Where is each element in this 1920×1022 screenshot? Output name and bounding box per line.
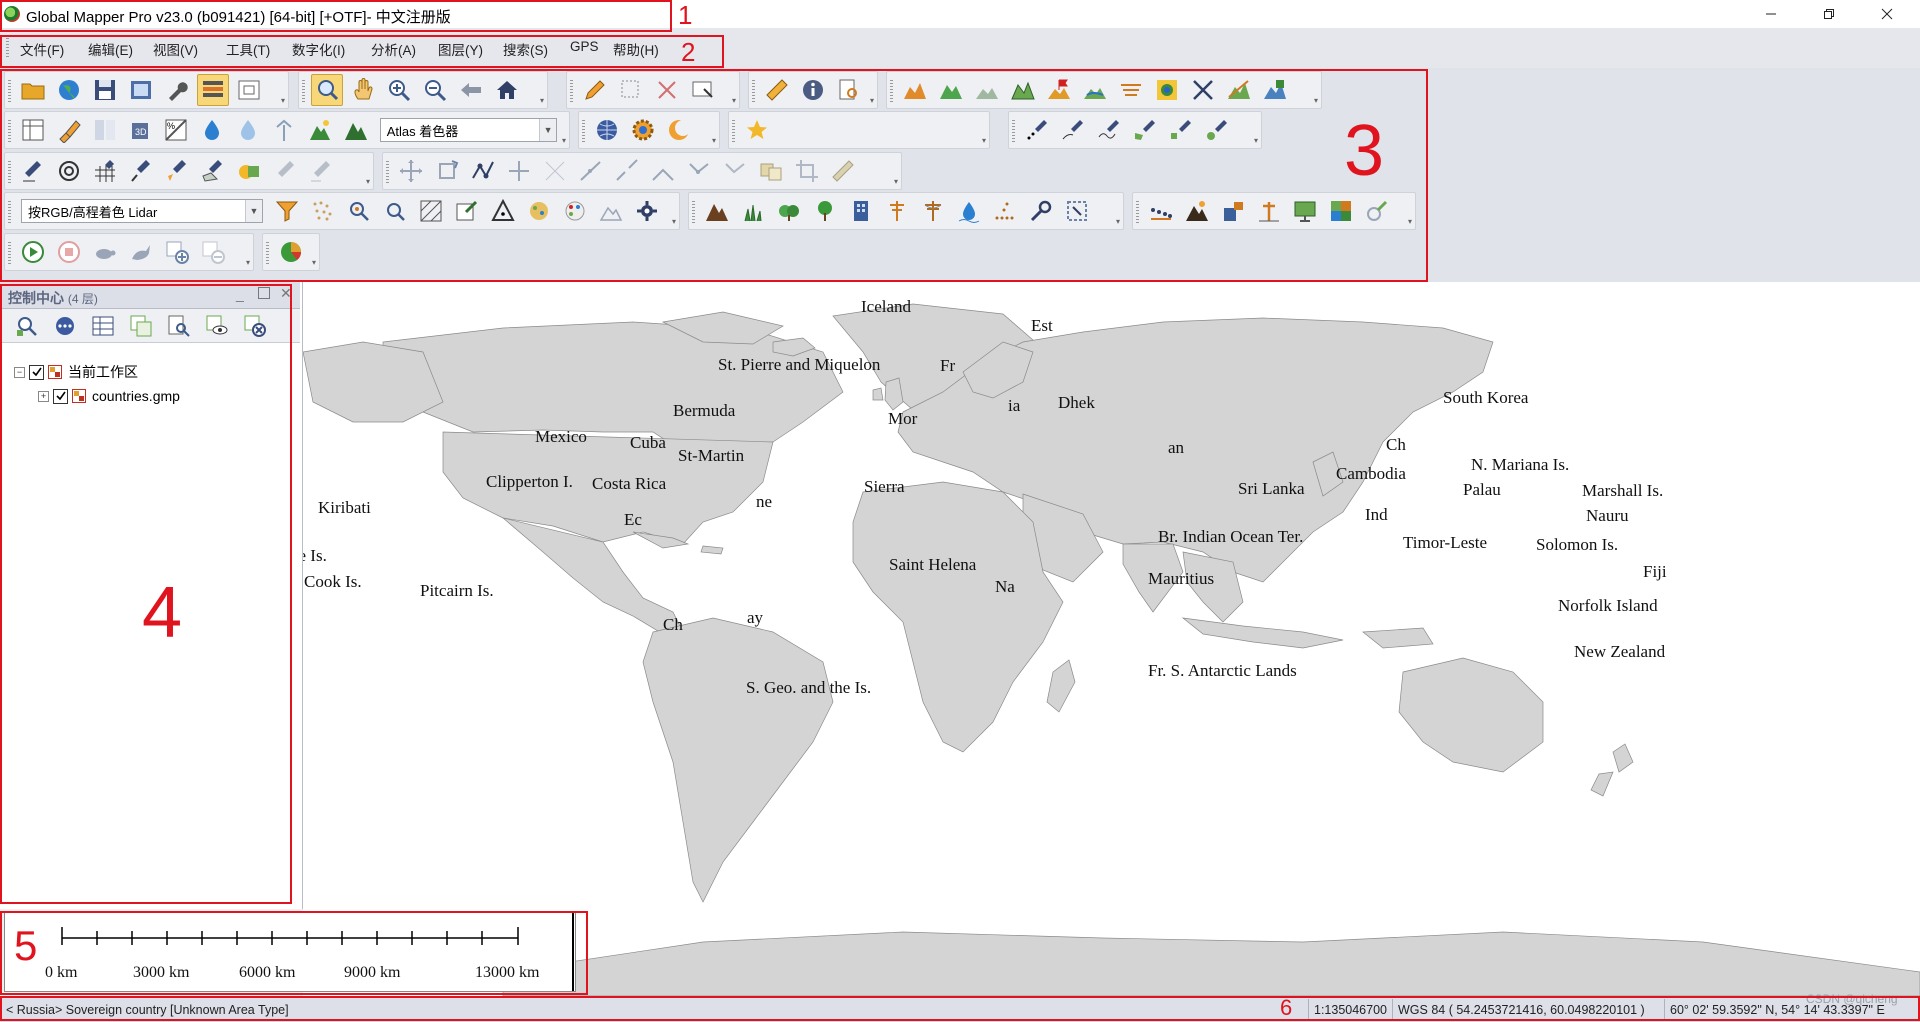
annotation-number-1: 1	[678, 0, 693, 30]
annotation-number-5: 5	[14, 922, 38, 969]
restore-button[interactable]	[1806, 0, 1852, 28]
map-label: Cuba	[630, 433, 666, 452]
map-label: Marshall Is.	[1582, 481, 1664, 500]
annotation-box-3	[0, 69, 1428, 282]
map-label: St. Pierre and Miquelon	[718, 355, 881, 374]
annotation-number-4: 4	[142, 573, 183, 653]
map-label: Mor	[888, 409, 918, 428]
map-label: Costa Rica	[592, 474, 667, 493]
map-label: Norfolk Island	[1558, 596, 1658, 615]
map-label: ia	[1008, 396, 1021, 415]
map-label: Br. Indian Ocean Ter.	[1158, 527, 1304, 546]
map-label: Ind	[1365, 505, 1388, 524]
map-label: Timor-Leste	[1403, 533, 1488, 552]
map-label: N. Mariana Is.	[1471, 455, 1570, 474]
map-label: Saint Helena	[889, 555, 977, 574]
map-label: Palau	[1463, 480, 1501, 499]
map-label: Est	[1031, 316, 1053, 335]
map-label: Mauritius	[1148, 569, 1215, 588]
map-label: Ch	[1386, 435, 1406, 454]
map-label: Clipperton I.	[486, 472, 573, 491]
annotation-number-2: 2	[681, 37, 696, 67]
annotation-box-6	[0, 996, 1920, 1021]
countries-polygons	[303, 303, 1920, 996]
map-label: Iceland	[861, 297, 912, 316]
annotation-box-5	[0, 911, 588, 995]
map-label: ne	[756, 492, 773, 511]
map-label: Dhek	[1058, 393, 1095, 412]
world-map	[303, 303, 1920, 996]
map-label: an	[1168, 438, 1185, 457]
map-label: Ch	[663, 615, 683, 634]
map-label: Kiribati	[318, 498, 371, 517]
minimize-button[interactable]	[1748, 0, 1794, 28]
map-label: Mexico	[535, 427, 587, 446]
map-label: Solomon Is.	[1536, 535, 1619, 554]
map-label: South Korea	[1443, 388, 1529, 407]
close-button[interactable]	[1864, 0, 1910, 28]
map-label: New Zealand	[1574, 642, 1666, 661]
map-label: St-Martin	[678, 446, 745, 465]
annotation-number-6: 6	[1280, 995, 1293, 1020]
map-label: Fr	[940, 356, 956, 375]
map-label: Pitcairn Is.	[420, 581, 494, 600]
map-label: Ec	[624, 510, 642, 529]
annotation-box-1	[0, 0, 672, 32]
map-label: Sri Lanka	[1238, 479, 1305, 498]
map-label: Cambodia	[1336, 464, 1406, 483]
map-label: Sierra	[864, 477, 905, 496]
map-label: Niue Is.	[303, 546, 327, 565]
map-label: Cook Is.	[304, 572, 362, 591]
map-label: S. Geo. and the Is.	[746, 678, 872, 697]
map-label: Na	[995, 577, 1015, 596]
map-label: Bermuda	[673, 401, 736, 420]
map-view[interactable]: Iceland Est St. Pierre and Miquelon Fr B…	[303, 282, 1920, 996]
map-label: Fiji	[1643, 562, 1667, 581]
map-label: ay	[747, 608, 764, 627]
map-label: Nauru	[1586, 506, 1629, 525]
annotation-number-3: 3	[1344, 111, 1385, 191]
annotation-box-2	[0, 35, 724, 68]
map-label: Fr. S. Antarctic Lands	[1148, 661, 1297, 680]
